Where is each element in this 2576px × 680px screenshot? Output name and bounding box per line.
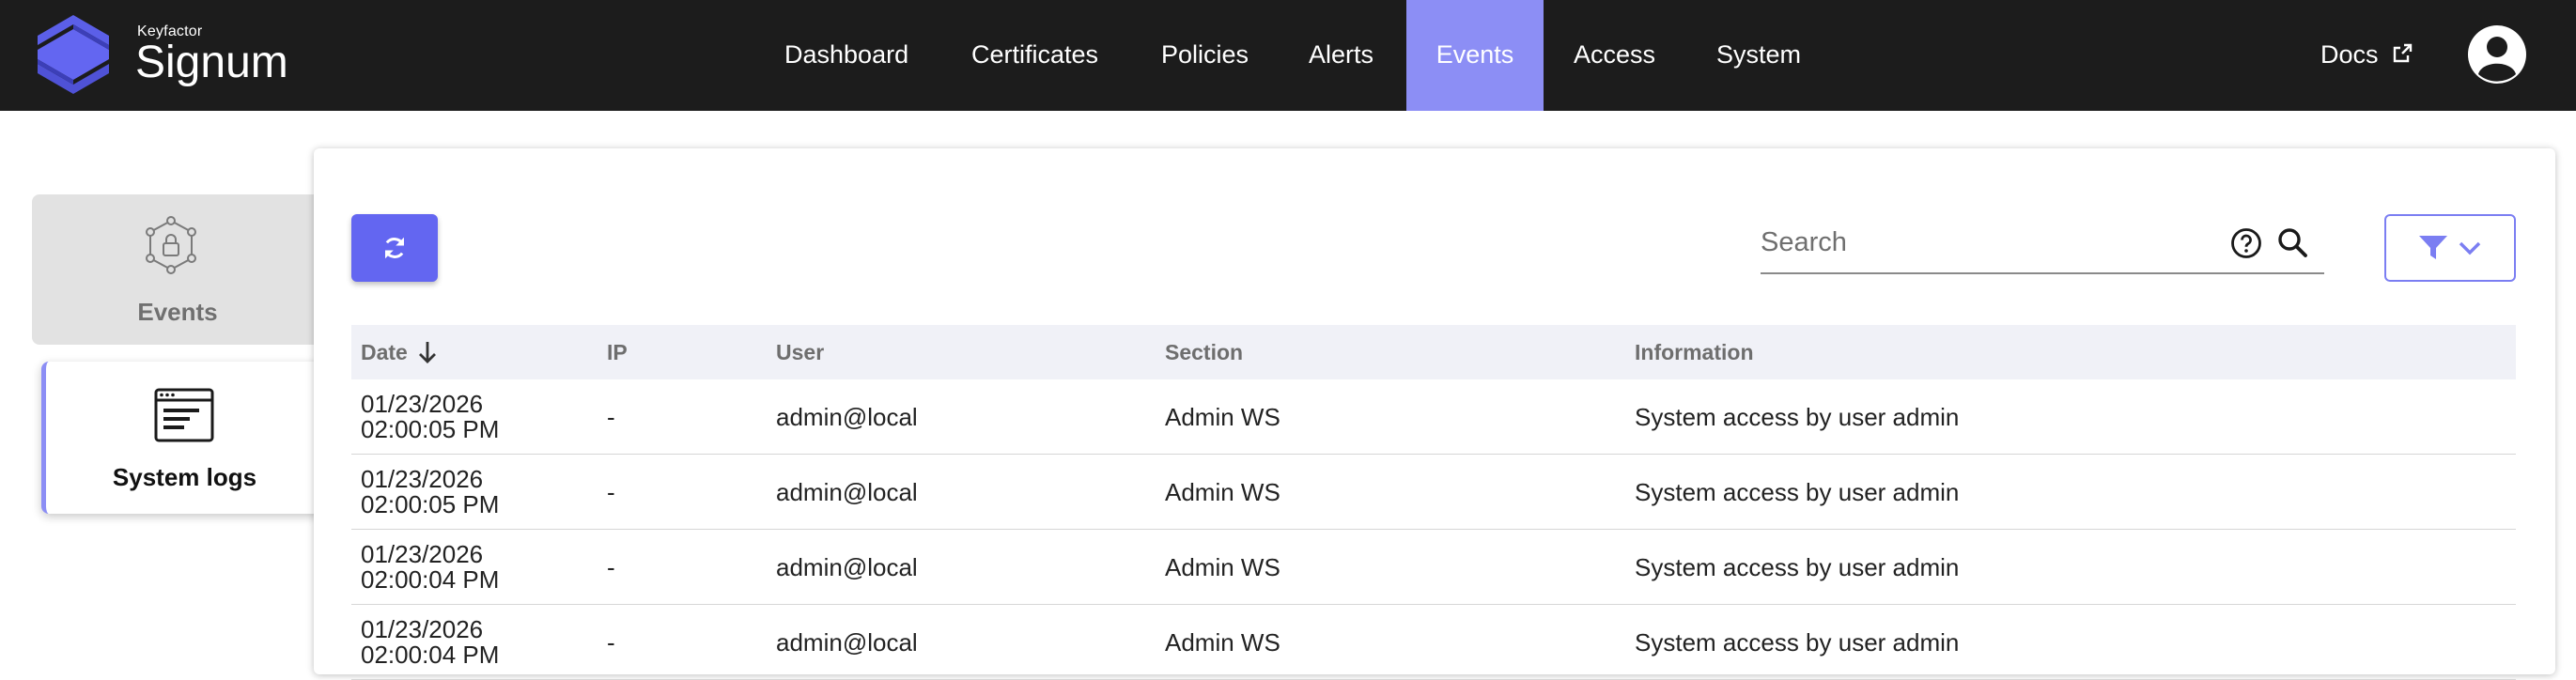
cell-section: Admin WS [1165, 477, 1280, 506]
filter-icon [2419, 236, 2447, 259]
column-header-label: Date [361, 340, 408, 364]
cell-ip: - [607, 402, 615, 431]
cell-section: Admin WS [1165, 627, 1280, 657]
table-header: Date IP User Section Information [351, 325, 2516, 379]
table-row[interactable]: 01/23/2026 02:00:05 PM - admin@local Adm… [351, 455, 2516, 530]
network-lock-icon [146, 216, 196, 274]
cell-date: 01/23/2026 02:00:04 PM [361, 615, 500, 669]
sort-descending-icon[interactable] [417, 340, 438, 364]
search-input[interactable] [1761, 224, 2211, 261]
sidebar-item-events[interactable]: Events [32, 194, 323, 345]
table-row[interactable]: 01/23/2026 02:00:04 PM - admin@local Adm… [351, 530, 2516, 605]
sidebar-item-label: Events [137, 298, 218, 326]
cell-date: 01/23/2026 02:00:04 PM [361, 540, 500, 594]
column-header-information[interactable]: Information [1635, 325, 1754, 379]
chevron-down-icon [2459, 241, 2481, 255]
column-header-date[interactable]: Date [361, 325, 438, 379]
docs-link[interactable]: Docs [2320, 0, 2413, 111]
cell-information: System access by user admin [1635, 627, 1960, 657]
nav-item-certificates[interactable]: Certificates [971, 0, 1098, 111]
column-header-ip[interactable]: IP [607, 325, 628, 379]
cell-information: System access by user admin [1635, 552, 1960, 581]
external-link-icon [2393, 43, 2413, 63]
cell-date: 01/23/2026 02:00:05 PM [361, 465, 500, 518]
system-logs-table: Date IP User Section Information 01/23/2… [351, 325, 2516, 680]
sidebar-item-system-logs[interactable]: System logs [41, 362, 323, 514]
nav-item-access[interactable]: Access [1574, 0, 1655, 111]
search-icon[interactable] [2275, 225, 2309, 259]
nav-item-system[interactable]: System [1716, 0, 1801, 111]
cell-date: 01/23/2026 02:00:05 PM [361, 390, 500, 443]
help-icon[interactable] [2230, 227, 2262, 259]
sidebar-item-label: System logs [112, 463, 257, 491]
cell-ip: - [607, 552, 615, 581]
nav-item-events[interactable]: Events [1406, 0, 1544, 111]
docs-label: Docs [2320, 40, 2379, 69]
cell-section: Admin WS [1165, 552, 1280, 581]
nav-item-dashboard[interactable]: Dashboard [784, 0, 908, 111]
log-window-icon [154, 388, 214, 442]
cell-information: System access by user admin [1635, 402, 1960, 431]
cell-information: System access by user admin [1635, 477, 1960, 506]
product-name: Signum [135, 38, 288, 87]
search-box [1761, 214, 2324, 274]
refresh-icon [384, 237, 405, 259]
table-row[interactable]: 01/23/2026 02:00:04 PM - admin@local Adm… [351, 605, 2516, 680]
top-navigation-bar: Keyfactor Signum Dashboard Certificates … [0, 0, 2576, 111]
nav-item-alerts[interactable]: Alerts [1309, 0, 1373, 111]
cell-user: admin@local [776, 627, 918, 657]
cell-user: admin@local [776, 552, 918, 581]
nav-item-policies[interactable]: Policies [1161, 0, 1249, 111]
filter-button[interactable] [2384, 214, 2516, 282]
cell-user: admin@local [776, 477, 918, 506]
column-header-section[interactable]: Section [1165, 325, 1243, 379]
cell-section: Admin WS [1165, 402, 1280, 431]
cell-ip: - [607, 477, 615, 506]
column-header-user[interactable]: User [776, 325, 824, 379]
table-row[interactable]: 01/23/2026 02:00:05 PM - admin@local Adm… [351, 379, 2516, 455]
keyfactor-logo-icon[interactable] [28, 8, 118, 101]
system-logs-panel: Date IP User Section Information 01/23/2… [314, 148, 2555, 680]
cell-ip: - [607, 627, 615, 657]
refresh-button[interactable] [351, 214, 438, 282]
cell-user: admin@local [776, 402, 918, 431]
user-avatar-icon[interactable] [2467, 24, 2527, 85]
